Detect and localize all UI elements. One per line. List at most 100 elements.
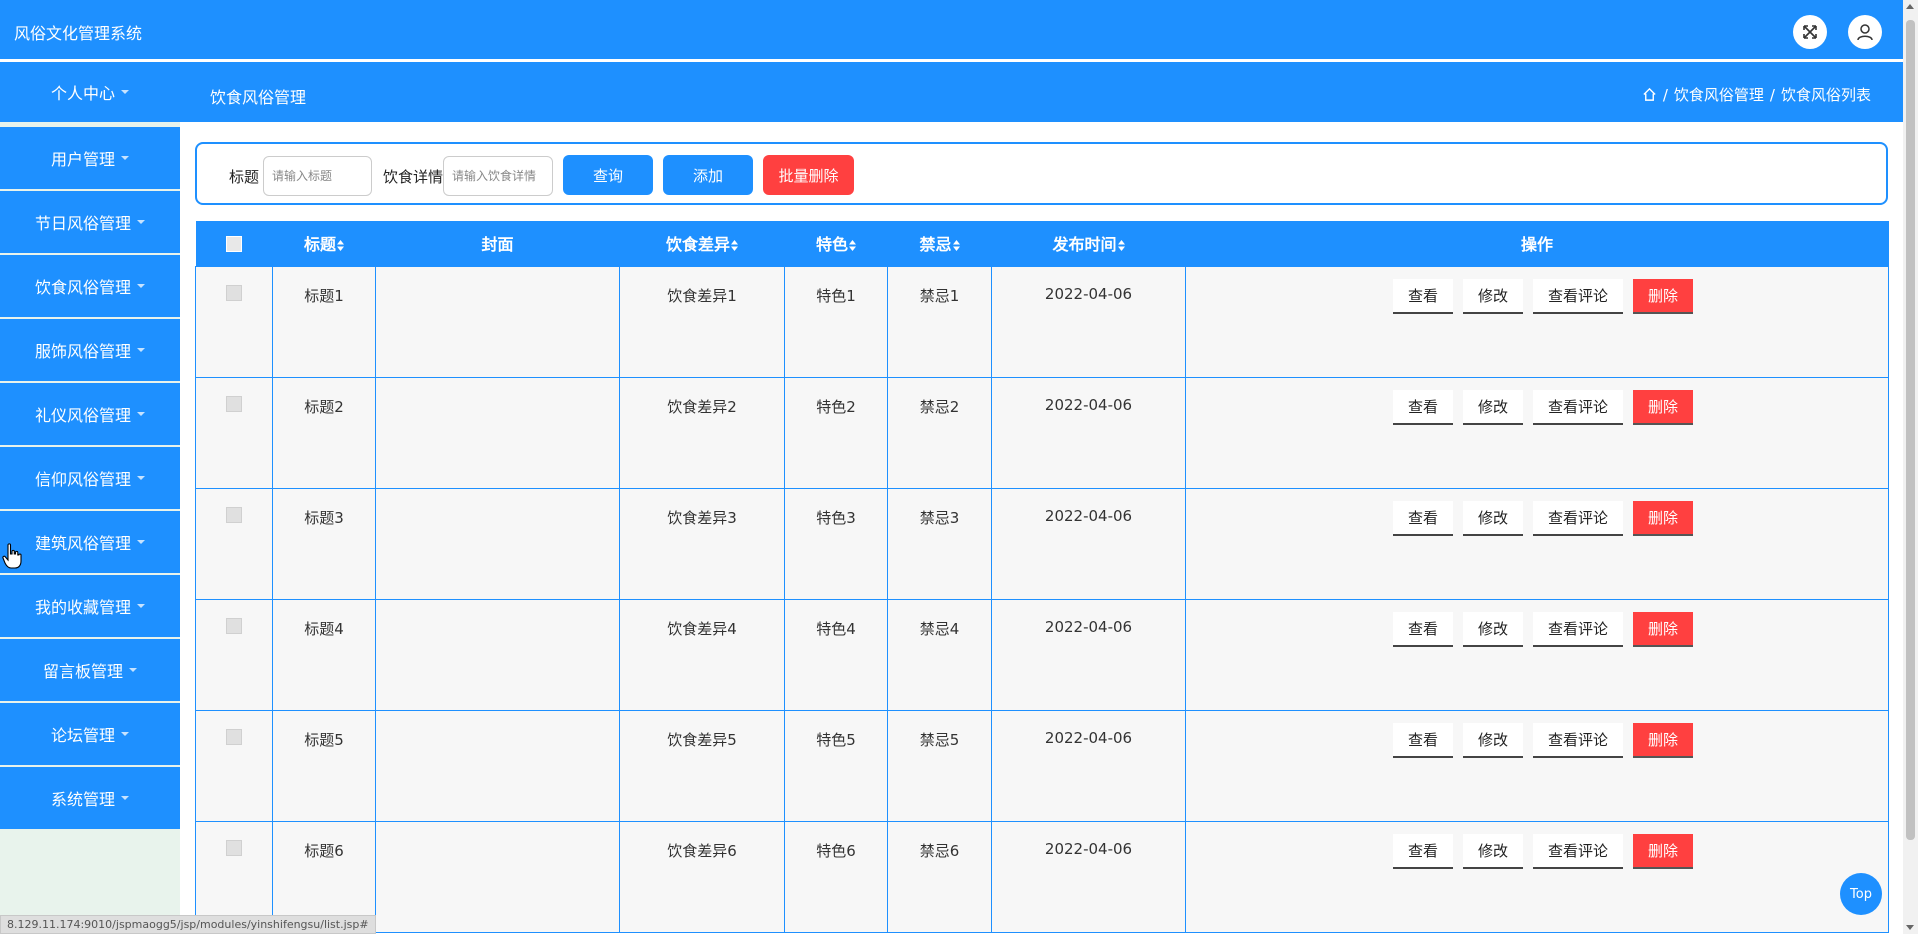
view-comments-button[interactable]: 查看评论 [1533,500,1623,536]
row-checkbox[interactable] [226,617,242,634]
col-feature[interactable]: 特色 [785,221,888,266]
edit-button[interactable]: 修改 [1463,389,1523,425]
delete-button[interactable]: 删除 [1633,278,1693,314]
view-comments-button[interactable]: 查看评论 [1533,611,1623,647]
view-button[interactable]: 查看 [1393,278,1453,314]
cell-diff: 饮食差异2 [619,376,785,489]
sub-header: 个人中心 饮食风俗管理 / 饮食风俗管理 / 饮食风俗列表 [0,62,1903,122]
sidebar-item-diet[interactable]: 饮食风俗管理 [0,255,180,317]
detail-label: 饮食详情 [383,168,444,186]
title-search-input[interactable] [263,156,372,196]
delete-button[interactable]: 删除 [1633,722,1693,758]
col-time[interactable]: 发布时间 [992,221,1186,266]
table-row: 标题5 饮食差异5 特色5 禁忌5 2022-04-06 查看 修改 查看评论 … [195,709,1889,822]
view-comments-button[interactable]: 查看评论 [1533,833,1623,869]
query-button[interactable]: 查询 [563,155,653,195]
row-checkbox[interactable] [226,284,242,301]
col-cover: 封面 [481,235,514,255]
sidebar-item-clothing[interactable]: 服饰风俗管理 [0,319,180,381]
view-button[interactable]: 查看 [1393,833,1453,869]
view-comments-button[interactable]: 查看评论 [1533,722,1623,758]
chevron-down-icon [137,412,145,416]
user-button[interactable] [1848,15,1882,49]
scroll-up-arrow-icon[interactable] [1906,4,1914,9]
delete-button[interactable]: 删除 [1633,500,1693,536]
edit-button[interactable]: 修改 [1463,833,1523,869]
sidebar-item-belief[interactable]: 信仰风俗管理 [0,447,180,509]
cell-ops: 查看 修改 查看评论 删除 [1185,709,1889,822]
breadcrumb-item-list: 饮食风俗列表 [1780,86,1871,104]
cell-taboo: 禁忌1 [887,265,992,378]
col-diff[interactable]: 饮食差异 [620,221,785,266]
delete-button[interactable]: 删除 [1633,833,1693,869]
cell-taboo: 禁忌3 [887,487,992,600]
sidebar-item-forum[interactable]: 论坛管理 [0,703,180,765]
select-all-checkbox[interactable] [226,236,242,253]
sidebar-item-messageboard[interactable]: 留言板管理 [0,639,180,701]
edit-button[interactable]: 修改 [1463,500,1523,536]
col-taboo[interactable]: 禁忌 [888,221,992,266]
cell-time: 2022-04-06 [991,598,1186,711]
cell-ops: 查看 修改 查看评论 删除 [1185,376,1889,489]
sidebar-item-festival[interactable]: 节日风俗管理 [0,191,180,253]
row-select-cell [195,487,273,600]
view-comments-button[interactable]: 查看评论 [1533,389,1623,425]
view-button[interactable]: 查看 [1393,389,1453,425]
row-select-cell [195,265,273,378]
cell-ops: 查看 修改 查看评论 删除 [1185,487,1889,600]
back-to-top-button[interactable]: Top [1840,873,1882,915]
app-title: 风俗文化管理系统 [14,24,143,43]
batch-delete-button[interactable]: 批量删除 [763,155,854,195]
cell-feature: 特色5 [784,709,888,822]
cell-taboo: 禁忌4 [887,598,992,711]
edit-button[interactable]: 修改 [1463,611,1523,647]
scrollbar[interactable] [1903,0,1918,934]
row-checkbox[interactable] [226,506,242,523]
row-checkbox[interactable] [226,728,242,745]
delete-button[interactable]: 删除 [1633,611,1693,647]
view-button[interactable]: 查看 [1393,500,1453,536]
edit-button[interactable]: 修改 [1463,722,1523,758]
breadcrumb-item-module[interactable]: 饮食风俗管理 [1674,84,1764,105]
detail-search-input[interactable] [443,156,553,196]
breadcrumb-sep: / [1662,85,1668,104]
sidebar-item-label: 用户管理 [50,150,115,169]
sidebar-item-label: 服饰风俗管理 [34,342,131,361]
menu-personal-center-label: 个人中心 [50,84,115,103]
chevron-down-icon [137,220,145,224]
col-title[interactable]: 标题 [273,221,376,266]
scroll-thumb[interactable] [1906,20,1915,840]
fullscreen-button[interactable] [1793,15,1827,49]
cell-diff: 饮食差异3 [619,487,785,600]
row-select-cell [195,709,273,822]
chevron-down-icon [121,732,129,736]
cell-time: 2022-04-06 [991,265,1186,378]
row-checkbox[interactable] [226,395,242,412]
cell-cover [375,265,620,378]
view-button[interactable]: 查看 [1393,722,1453,758]
sidebar-item-favorites[interactable]: 我的收藏管理 [0,575,180,637]
hand-cursor-icon [2,543,22,569]
cell-ops: 查看 修改 查看评论 删除 [1185,265,1889,378]
sidebar-item-architecture[interactable]: 建筑风俗管理 [0,511,180,573]
sidebar-item-etiquette[interactable]: 礼仪风俗管理 [0,383,180,445]
cell-ops: 查看 修改 查看评论 删除 [1185,820,1889,933]
sidebar-item-label: 我的收藏管理 [34,598,131,617]
table-header-row: 标题 封面 饮食差异 特色 禁忌 发布时间 操作 [195,221,1889,266]
view-comments-button[interactable]: 查看评论 [1533,278,1623,314]
edit-button[interactable]: 修改 [1463,278,1523,314]
sidebar-item-system[interactable]: 系统管理 [0,767,180,829]
sort-icon [952,240,960,252]
row-checkbox[interactable] [226,839,242,856]
menu-personal-center[interactable]: 个人中心 [0,62,180,122]
chevron-down-icon [137,284,145,288]
home-icon[interactable] [1642,87,1657,102]
scroll-down-arrow-icon[interactable] [1906,925,1914,930]
view-button[interactable]: 查看 [1393,611,1453,647]
sidebar-item-user[interactable]: 用户管理 [0,127,180,189]
add-button[interactable]: 添加 [663,155,753,195]
breadcrumb-sep: / [1769,85,1775,104]
delete-button[interactable]: 删除 [1633,389,1693,425]
data-table: 标题 封面 饮食差异 特色 禁忌 发布时间 操作 标题1 饮食差异1 特色1 禁… [195,221,1889,933]
sidebar-item-label: 论坛管理 [50,726,115,745]
